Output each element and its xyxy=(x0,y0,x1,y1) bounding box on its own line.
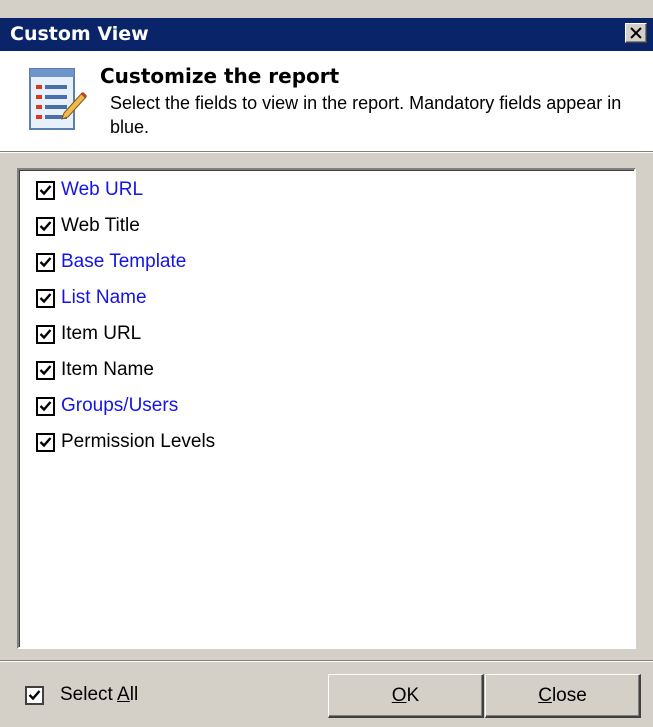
checkmark-icon xyxy=(39,365,52,376)
header-description: Select the fields to view in the report.… xyxy=(110,93,622,137)
checkmark-icon xyxy=(39,437,52,448)
field-item[interactable]: Web URL xyxy=(36,177,143,203)
field-checkbox[interactable] xyxy=(36,396,55,416)
field-checkbox[interactable] xyxy=(36,252,55,272)
field-checkbox[interactable] xyxy=(36,288,55,308)
report-list-icon xyxy=(29,68,88,130)
field-checkbox[interactable] xyxy=(36,360,55,380)
close-button[interactable]: Close xyxy=(485,674,641,718)
checkmark-icon xyxy=(39,185,52,196)
field-label: List Name xyxy=(61,287,147,308)
checkmark-icon xyxy=(39,401,52,412)
field-label: Web Title xyxy=(61,215,140,236)
ok-button[interactable]: OK xyxy=(328,674,484,718)
field-label: Groups/Users xyxy=(61,395,179,416)
field-checkbox[interactable] xyxy=(36,180,55,200)
header-panel: Customize the report Select the fields t… xyxy=(0,51,653,151)
field-label: Item Name xyxy=(61,359,154,380)
fields-listbox[interactable]: Web URL Web Title Base Template List Name It… xyxy=(17,168,636,649)
select-all-label: Select All xyxy=(60,684,139,705)
field-checkbox[interactable] xyxy=(36,324,55,344)
field-item[interactable]: List Name xyxy=(36,285,147,311)
footer-divider xyxy=(0,660,653,662)
checkmark-icon xyxy=(39,329,52,340)
checkmark-icon xyxy=(39,221,52,232)
checkmark-icon xyxy=(39,293,52,304)
field-label: Item URL xyxy=(61,323,142,344)
close-window-button[interactable] xyxy=(625,23,647,43)
close-icon xyxy=(630,27,642,39)
field-checkbox[interactable] xyxy=(36,216,55,236)
field-item[interactable]: Groups/Users xyxy=(36,393,178,419)
checkmark-icon xyxy=(28,690,41,701)
custom-view-dialog: Custom View Customize the report Select … xyxy=(0,0,653,727)
field-item[interactable]: Permission Levels xyxy=(36,429,215,455)
select-all-box[interactable] xyxy=(25,685,44,705)
field-item[interactable]: Web Title xyxy=(36,213,140,239)
field-label: Permission Levels xyxy=(61,431,216,452)
title-bar[interactable]: Custom View xyxy=(0,18,653,51)
field-item[interactable]: Base Template xyxy=(36,249,186,275)
header-title: Customize the report xyxy=(100,64,340,88)
field-item[interactable]: Item URL xyxy=(36,321,141,347)
field-label: Web URL xyxy=(61,179,144,200)
select-all-checkbox[interactable]: Select All xyxy=(25,684,138,706)
header-divider xyxy=(0,151,653,153)
field-item[interactable]: Item Name xyxy=(36,357,154,383)
window-title: Custom View xyxy=(10,23,149,45)
field-checkbox[interactable] xyxy=(36,432,55,452)
field-label: Base Template xyxy=(61,251,187,272)
checkmark-icon xyxy=(39,257,52,268)
